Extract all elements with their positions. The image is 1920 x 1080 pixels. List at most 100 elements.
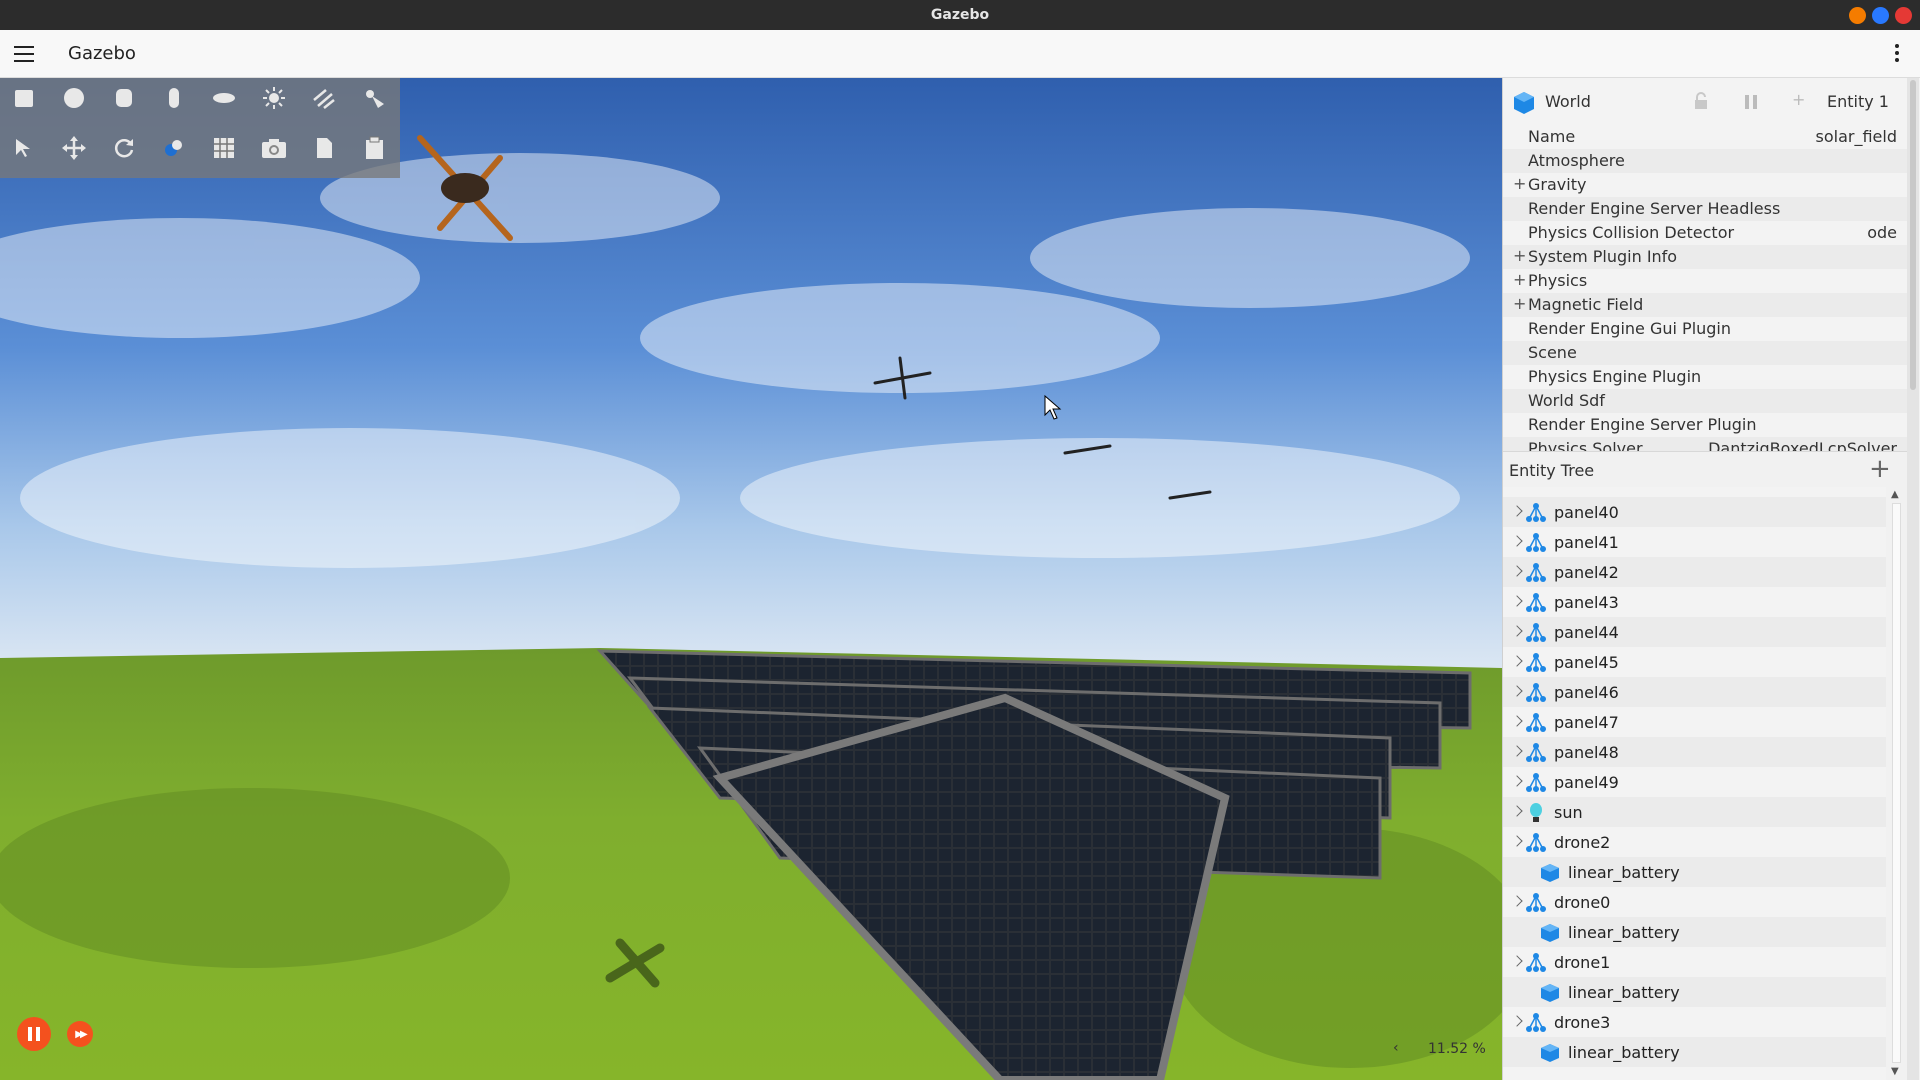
chevron-right-icon[interactable] bbox=[1511, 1015, 1523, 1027]
translate-icon[interactable] bbox=[54, 128, 94, 168]
box-icon[interactable] bbox=[4, 78, 44, 118]
chevron-left-icon[interactable]: ‹ bbox=[1393, 1040, 1399, 1056]
property-label: Atmosphere bbox=[1528, 151, 1625, 170]
sun-icon[interactable] bbox=[254, 78, 294, 118]
sphere-icon[interactable] bbox=[54, 78, 94, 118]
chevron-right-icon[interactable] bbox=[1511, 895, 1523, 907]
plugin-icon bbox=[1539, 862, 1561, 884]
tree-item-label: drone1 bbox=[1554, 953, 1611, 972]
scene-3d-viewport[interactable]: ▶▶ ‹ 11.52 % bbox=[0, 78, 1502, 1080]
property-row: Render Engine Server Plugin bbox=[1503, 413, 1907, 437]
tree-item-drone0[interactable]: drone0 bbox=[1503, 887, 1886, 917]
scroll-up-icon[interactable]: ▲ bbox=[1891, 489, 1899, 500]
component-inspector-header: World + Entity 1 bbox=[1503, 78, 1907, 125]
expand-icon[interactable]: + bbox=[1513, 294, 1526, 313]
select-icon[interactable] bbox=[4, 128, 44, 168]
tree-item-panel48[interactable]: panel48 bbox=[1503, 737, 1886, 767]
tree-item-panel41[interactable]: panel41 bbox=[1503, 527, 1886, 557]
entity-tree-title: Entity Tree bbox=[1509, 461, 1595, 480]
tree-item-label: panel41 bbox=[1554, 533, 1619, 552]
model-icon bbox=[1525, 1012, 1547, 1034]
tree-item-linear_battery[interactable]: linear_battery bbox=[1503, 917, 1886, 947]
tree-item-panel40[interactable]: panel40 bbox=[1503, 497, 1886, 527]
chevron-right-icon[interactable] bbox=[1511, 745, 1523, 757]
add-component-icon[interactable]: + bbox=[1792, 90, 1805, 109]
expand-icon[interactable]: + bbox=[1513, 246, 1526, 265]
property-label: Magnetic Field bbox=[1528, 295, 1644, 314]
tree-item-sun[interactable]: sun bbox=[1503, 797, 1886, 827]
chevron-right-icon[interactable] bbox=[1511, 685, 1523, 697]
copy-icon[interactable] bbox=[304, 128, 344, 168]
tree-item-drone2[interactable]: drone2 bbox=[1503, 827, 1886, 857]
tree-item-label: linear_battery bbox=[1568, 863, 1680, 882]
close-button[interactable] bbox=[1895, 7, 1912, 24]
tree-item-linear_battery[interactable]: linear_battery bbox=[1503, 1037, 1886, 1067]
chevron-right-icon[interactable] bbox=[1511, 955, 1523, 967]
tree-item-label: panel45 bbox=[1554, 653, 1619, 672]
ellipsoid-icon[interactable] bbox=[204, 78, 244, 118]
property-row: Physics Collision Detector ode bbox=[1503, 221, 1907, 245]
property-row: World Sdf bbox=[1503, 389, 1907, 413]
chevron-right-icon[interactable] bbox=[1511, 835, 1523, 847]
spot-light-icon[interactable] bbox=[354, 78, 394, 118]
tree-item-panel49[interactable]: panel49 bbox=[1503, 767, 1886, 797]
tree-item-label: panel49 bbox=[1554, 773, 1619, 792]
tree-item-linear_battery[interactable]: linear_battery bbox=[1503, 857, 1886, 887]
tree-item-panel47[interactable]: panel47 bbox=[1503, 707, 1886, 737]
scroll-down-icon[interactable]: ▼ bbox=[1891, 1066, 1899, 1077]
tree-item-panel44[interactable]: panel44 bbox=[1503, 617, 1886, 647]
rotate-icon[interactable] bbox=[104, 128, 144, 168]
entity-tree-scrollbar[interactable]: ▲ ▼ bbox=[1886, 487, 1907, 1080]
add-entity-icon[interactable]: + bbox=[1869, 454, 1891, 484]
chevron-right-icon[interactable] bbox=[1511, 715, 1523, 727]
property-row-magnetic-field[interactable]: + Magnetic Field bbox=[1503, 293, 1907, 317]
lock-icon[interactable] bbox=[1693, 92, 1709, 110]
chevron-right-icon[interactable] bbox=[1511, 805, 1523, 817]
directional-light-icon[interactable] bbox=[304, 78, 344, 118]
camera-icon[interactable] bbox=[254, 128, 294, 168]
chevron-right-icon[interactable] bbox=[1511, 655, 1523, 667]
capsule-icon[interactable] bbox=[154, 78, 194, 118]
paste-icon[interactable] bbox=[354, 128, 394, 168]
maximize-button[interactable] bbox=[1872, 7, 1889, 24]
grid-icon[interactable] bbox=[204, 128, 244, 168]
menu-icon[interactable] bbox=[14, 46, 34, 62]
more-options-icon[interactable] bbox=[1894, 44, 1900, 64]
tree-item-panel45[interactable]: panel45 bbox=[1503, 647, 1886, 677]
property-label: Name bbox=[1528, 127, 1576, 146]
model-icon bbox=[1525, 562, 1547, 584]
chevron-right-icon[interactable] bbox=[1511, 625, 1523, 637]
pause-updates-icon[interactable] bbox=[1743, 94, 1759, 110]
chevron-right-icon[interactable] bbox=[1511, 535, 1523, 547]
chevron-right-icon[interactable] bbox=[1511, 565, 1523, 577]
tree-item-panel43[interactable]: panel43 bbox=[1503, 587, 1886, 617]
tree-item-panel46[interactable]: panel46 bbox=[1503, 677, 1886, 707]
property-label: Render Engine Server Headless bbox=[1528, 199, 1781, 218]
tree-item-label: drone0 bbox=[1554, 893, 1611, 912]
tree-item-linear_battery[interactable]: linear_battery bbox=[1503, 977, 1886, 1007]
chevron-right-icon[interactable] bbox=[1511, 775, 1523, 787]
property-row-gravity[interactable]: + Gravity bbox=[1503, 173, 1907, 197]
inspector-scrollbar[interactable] bbox=[1907, 78, 1919, 1080]
tree-item-panel42[interactable]: panel42 bbox=[1503, 557, 1886, 587]
minimize-button[interactable] bbox=[1849, 7, 1866, 24]
expand-icon[interactable]: + bbox=[1513, 174, 1526, 193]
tree-item-drone1[interactable]: drone1 bbox=[1503, 947, 1886, 977]
tree-item-drone3[interactable]: drone3 bbox=[1503, 1007, 1886, 1037]
tree-item-label: linear_battery bbox=[1568, 1043, 1680, 1062]
scene-render[interactable] bbox=[0, 78, 1502, 1080]
expand-icon[interactable]: + bbox=[1513, 270, 1526, 289]
step-forward-button[interactable]: ▶▶ bbox=[67, 1021, 93, 1047]
chevron-right-icon[interactable] bbox=[1511, 595, 1523, 607]
property-row: Scene bbox=[1503, 341, 1907, 365]
chevron-right-icon[interactable] bbox=[1511, 505, 1523, 517]
entity-type-label: World bbox=[1545, 92, 1591, 111]
pause-button[interactable] bbox=[17, 1017, 51, 1051]
property-row-physics[interactable]: + Physics bbox=[1503, 269, 1907, 293]
property-row: Render Engine Gui Plugin bbox=[1503, 317, 1907, 341]
property-row-system-plugin-info[interactable]: + System Plugin Info bbox=[1503, 245, 1907, 269]
scrollbar-track[interactable] bbox=[1892, 503, 1901, 1063]
transform-icon[interactable] bbox=[154, 128, 194, 168]
cylinder-icon[interactable] bbox=[104, 78, 144, 118]
plugin-icon bbox=[1539, 1042, 1561, 1064]
